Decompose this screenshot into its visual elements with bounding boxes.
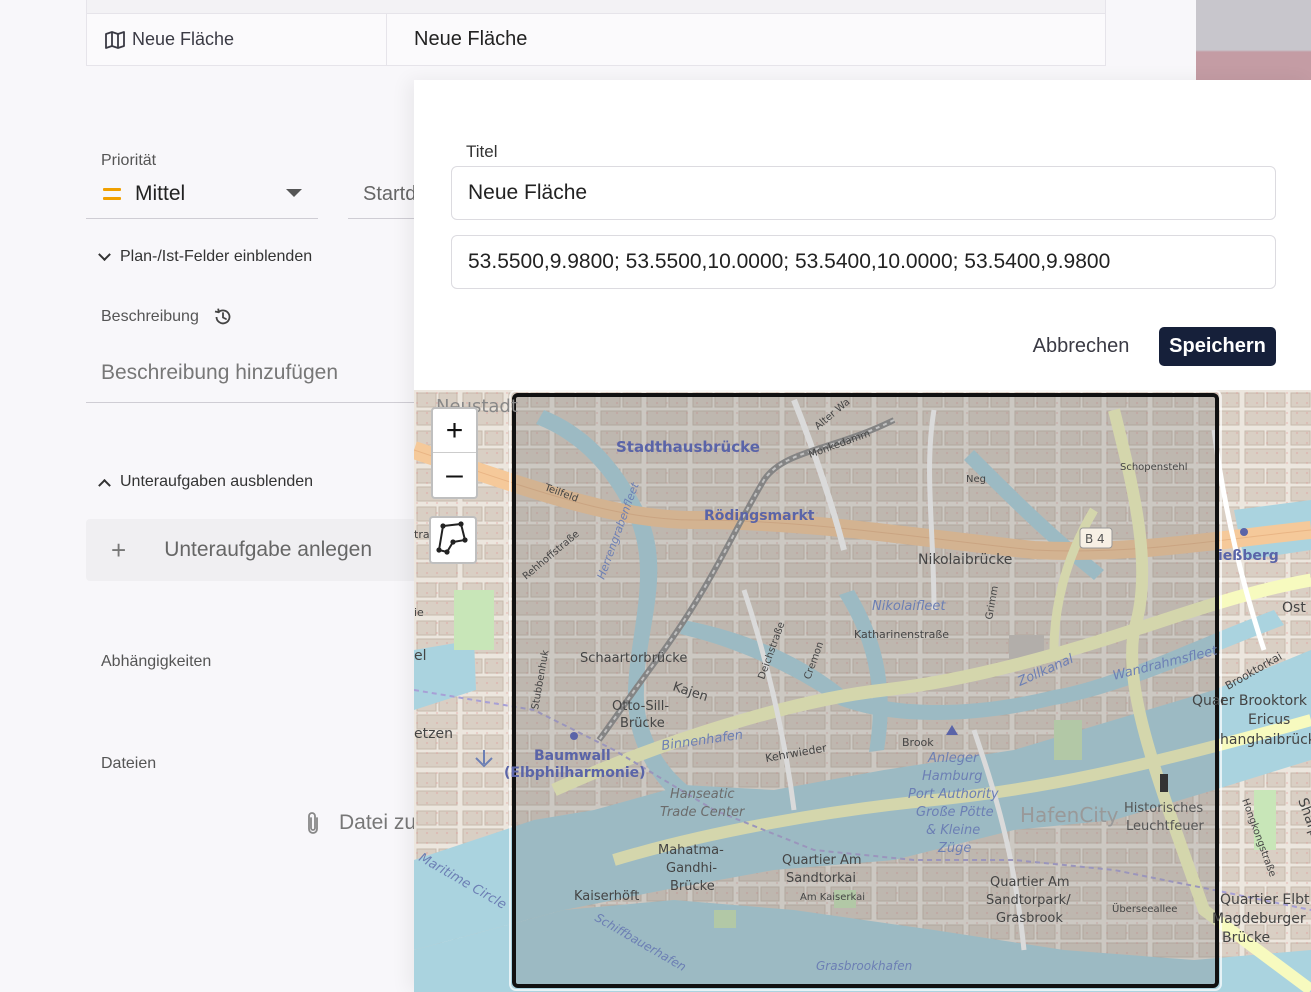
map-label: Am Kaiserkai xyxy=(800,892,865,903)
map-label: Historisches xyxy=(1124,801,1203,816)
map-label: Brook xyxy=(902,736,934,749)
map-label: Anleger xyxy=(927,751,980,766)
map-icon xyxy=(105,30,125,49)
description-label-row: Beschreibung xyxy=(101,307,233,327)
map-label: er Brooktork xyxy=(1220,693,1308,709)
map-label: Hanseatic xyxy=(670,787,735,802)
map-canvas[interactable]: Neustadt Stadthausbrücke Rödingsmarkt Ni… xyxy=(414,390,1311,992)
map-label: Port Authority xyxy=(908,787,999,802)
map-label: ie xyxy=(414,606,424,619)
map-label: hanghaibrück xyxy=(1220,732,1311,748)
map-label: el xyxy=(414,648,427,664)
map-label: Otto-Sill- xyxy=(612,699,669,714)
description-input[interactable]: Beschreibung hinzufügen xyxy=(86,344,426,403)
map-label: Quar xyxy=(1192,693,1226,709)
dropdown-caret-icon xyxy=(286,189,302,197)
map-label: Sandtorpark/ xyxy=(986,893,1071,908)
map-label: Neg xyxy=(966,474,986,485)
map-label: Quartier Am xyxy=(990,875,1070,890)
map-label: Grasbrook xyxy=(996,911,1063,926)
map-label: Rödingsmarkt xyxy=(704,508,815,524)
map-label: Schopenstehl xyxy=(1120,462,1188,473)
area-label: Neue Fläche xyxy=(132,29,235,49)
row-separator xyxy=(87,0,1105,14)
plan-fields-toggle[interactable]: Plan-/Ist-Felder einblenden xyxy=(98,247,313,266)
zoom-control: + – xyxy=(431,407,478,499)
title-input[interactable]: Neue Fläche xyxy=(451,166,1276,220)
map-label: Ericus xyxy=(1248,712,1290,728)
map-label: etzen xyxy=(414,726,453,742)
map-label: Katharinenstraße xyxy=(854,628,949,641)
map-label: Nikolaifleet xyxy=(872,599,946,614)
file-upload-label: Datei zu xyxy=(339,811,417,834)
paperclip-icon xyxy=(308,812,318,834)
map-label: Quartier Am xyxy=(782,853,862,868)
priority-medium-icon xyxy=(103,188,121,200)
save-button[interactable]: Speichern xyxy=(1159,327,1276,366)
map-label: Baumwall xyxy=(534,748,611,764)
zoom-in-button[interactable]: + xyxy=(433,409,476,453)
map-label: Quartier Elbt xyxy=(1220,892,1310,908)
plan-fields-toggle-label: Plan-/Ist-Felder einblenden xyxy=(120,248,313,265)
map-label: Züge xyxy=(937,841,971,856)
add-subtask-label: Unteraufgabe anlegen xyxy=(164,538,373,561)
priority-value: Mittel xyxy=(135,182,186,205)
map-label: Gandhi- xyxy=(666,861,717,876)
map-label: Brücke xyxy=(670,879,715,894)
history-icon[interactable] xyxy=(213,307,233,327)
file-upload-button[interactable]: Datei zu xyxy=(305,810,416,836)
files-label: Dateien xyxy=(101,755,157,772)
map-label: Brücke xyxy=(1222,930,1270,946)
coordinates-input[interactable]: 53.5500,9.9800; 53.5500,10.0000; 53.5400… xyxy=(451,235,1276,289)
chevron-down-icon xyxy=(98,247,111,261)
map-label: Schaartorbrücke xyxy=(580,651,687,666)
map-label: Mahatma- xyxy=(658,843,724,858)
map-label: Große Pötte xyxy=(916,805,994,820)
subtasks-toggle[interactable]: Unteraufgaben ausblenden xyxy=(98,473,314,492)
subtasks-toggle-label: Unteraufgaben ausblenden xyxy=(120,473,314,490)
map-label: Brücke xyxy=(620,716,665,731)
map-label: Überseeallee xyxy=(1112,902,1177,915)
start-date-label: Startd xyxy=(363,182,417,205)
area-value[interactable]: Neue Fläche xyxy=(387,14,1105,65)
map-label: Stadthausbrücke xyxy=(616,438,760,456)
map-label: Grasbrookhafen xyxy=(816,959,912,973)
priority-label: Priorität xyxy=(101,152,157,169)
plus-icon: + xyxy=(111,534,127,565)
cancel-button[interactable]: Abbrechen xyxy=(1026,327,1136,365)
add-subtask-button[interactable]: + Unteraufgabe anlegen xyxy=(86,519,426,581)
draw-polygon-button[interactable] xyxy=(429,516,477,564)
map-label: Hamburg xyxy=(922,769,983,784)
map-label: (Elbphilharmonie) xyxy=(504,765,646,781)
priority-select[interactable]: Mittel xyxy=(86,170,318,219)
chevron-up-icon xyxy=(98,478,111,492)
area-dialog: Titel Neue Fläche 53.5500,9.9800; 53.550… xyxy=(414,80,1311,992)
description-label: Beschreibung xyxy=(101,308,199,326)
area-label-cell: Neue Fläche xyxy=(87,14,387,65)
dependencies-label: Abhängigkeiten xyxy=(101,653,212,670)
map-label: Magdeburger xyxy=(1212,911,1306,927)
page: Neue Fläche Neue Fläche Priorität Mittel… xyxy=(0,0,1311,992)
map-label: HafenCity xyxy=(1020,803,1119,827)
map-label: Nikolaibrücke xyxy=(918,552,1012,568)
map-label: Sandtorkai xyxy=(786,871,856,886)
map-label: tra xyxy=(414,528,430,541)
map-label: Ost xyxy=(1282,600,1306,616)
map-label: Kaiserhöft xyxy=(574,889,639,904)
polygon-icon xyxy=(436,521,468,555)
zoom-out-button[interactable]: – xyxy=(433,453,476,497)
property-row: Neue Fläche Neue Fläche xyxy=(86,0,1106,66)
map-label: & Kleine xyxy=(926,823,980,838)
background-image xyxy=(1196,0,1311,80)
map-view[interactable]: Neustadt Stadthausbrücke Rödingsmarkt Ni… xyxy=(414,390,1311,992)
map-label: B 4 xyxy=(1085,532,1105,546)
map-label: Trade Center xyxy=(660,805,746,820)
title-label: Titel xyxy=(466,142,498,161)
map-label: Leuchtfeuer xyxy=(1126,819,1205,834)
map-label: ießberg xyxy=(1218,548,1279,564)
